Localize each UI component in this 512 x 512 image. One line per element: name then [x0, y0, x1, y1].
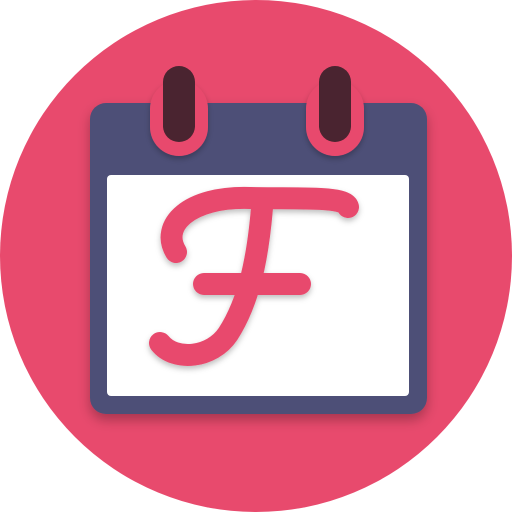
- calendar-icon: [0, 0, 512, 512]
- binder-ring-left: [163, 66, 195, 142]
- app-icon: [0, 0, 512, 512]
- binder-ring-right: [319, 66, 351, 142]
